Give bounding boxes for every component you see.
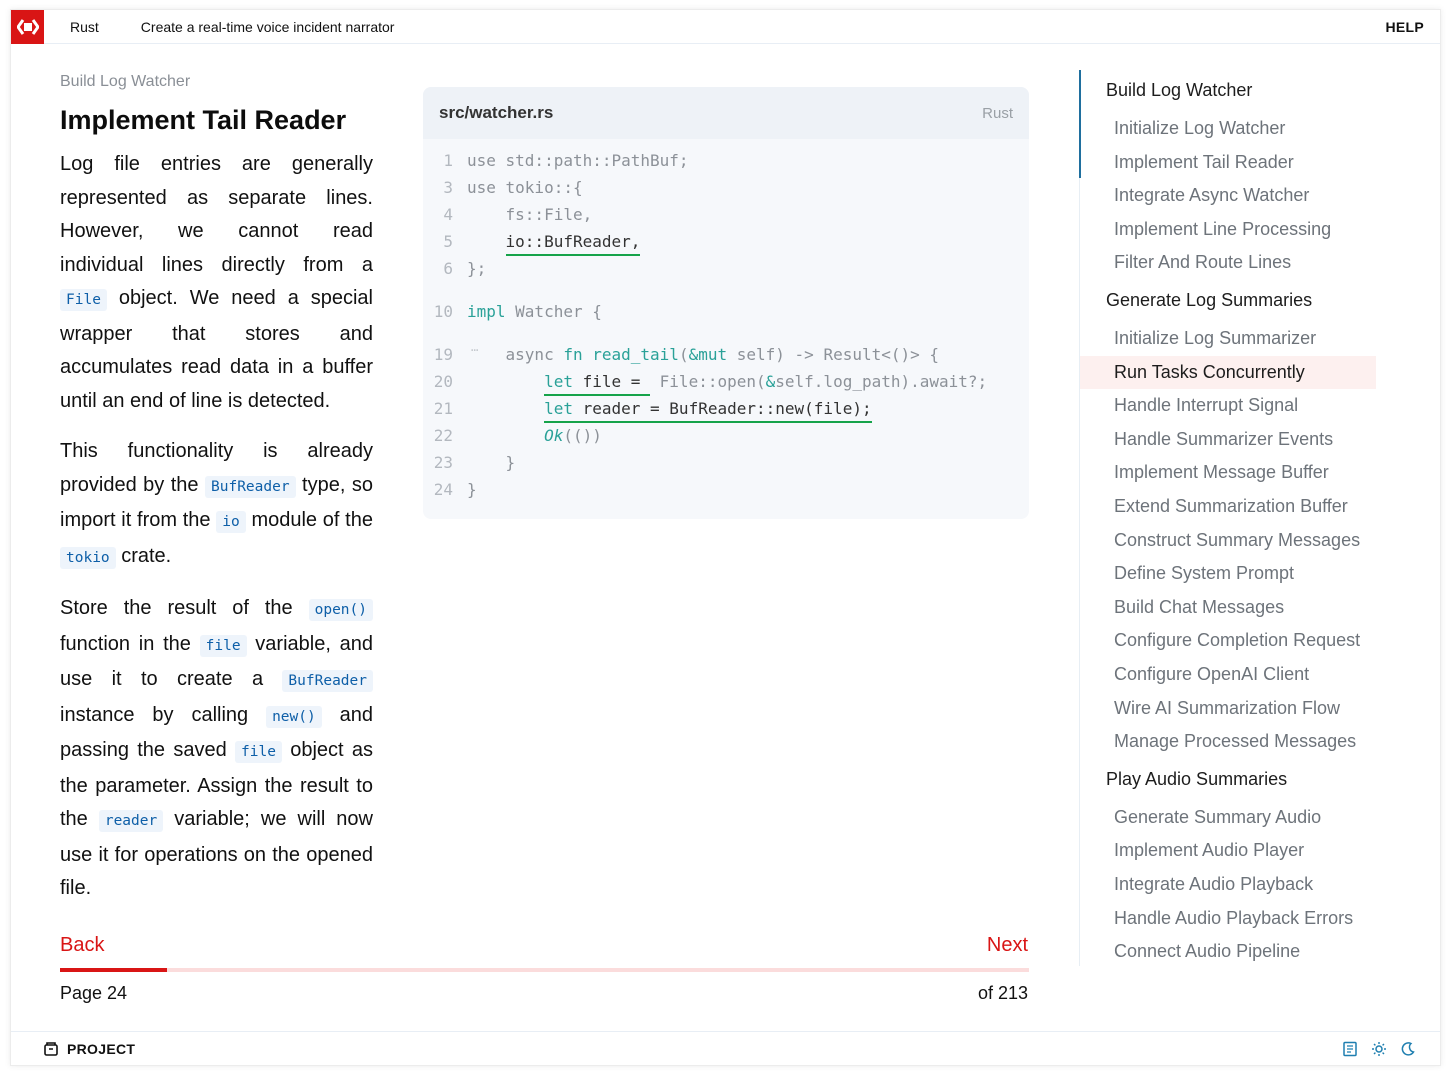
toc-item[interactable]: Integrate Async Watcher	[1114, 185, 1309, 206]
inline-code: BufReader	[282, 670, 373, 692]
line-number: 19	[433, 345, 453, 364]
inline-code: new()	[266, 705, 322, 728]
inline-code: BufReader	[205, 475, 296, 498]
toc-item[interactable]: Implement Audio Player	[1114, 840, 1304, 861]
toc-item[interactable]: Run Tasks Concurrently	[1114, 362, 1305, 383]
inline-code: tokio	[60, 546, 116, 569]
code-line: 1 use std::path::PathBuf;	[423, 151, 688, 175]
code-line: 3 use tokio::{	[423, 178, 582, 202]
text: Store the result of the	[60, 597, 309, 619]
line-number: 5	[443, 232, 453, 251]
progress-fill	[60, 968, 167, 972]
book-icon[interactable]	[1342, 1041, 1358, 1057]
project-button[interactable]: PROJECT	[43, 1041, 135, 1057]
inline-code: file	[235, 741, 282, 763]
line-number: 22	[433, 426, 453, 445]
code-filename: src/watcher.rs	[439, 103, 554, 122]
code-line: 6};	[423, 259, 486, 283]
toc-item[interactable]: Extend Summarization Buffer	[1114, 496, 1348, 517]
paragraph: Log file entries are generally represent…	[60, 148, 373, 418]
code-line: 22 Ok(())	[423, 426, 602, 450]
text: function in the	[60, 632, 200, 655]
line-number: 21	[433, 399, 453, 418]
code-language: Rust	[982, 104, 1013, 122]
top-bar: Rust Create a real-time voice incident n…	[11, 9, 1440, 44]
code-line: 10 impl Watcher {	[423, 302, 602, 326]
help-button[interactable]: HELP	[1385, 19, 1424, 35]
progress-bar	[60, 968, 1029, 972]
toc-section-title[interactable]: Play Audio Summaries	[1106, 769, 1287, 790]
line-number: 4	[443, 205, 453, 224]
inline-code: io	[216, 511, 246, 533]
toc-item[interactable]: Configure OpenAI Client	[1114, 664, 1309, 685]
bottom-icons	[1342, 1041, 1416, 1057]
text: instance by calling	[60, 703, 267, 726]
line-number: 1	[443, 151, 453, 170]
course-title[interactable]: Create a real-time voice incident narrat…	[141, 19, 395, 35]
toc-item[interactable]: Initialize Log Watcher	[1114, 118, 1285, 139]
code-header: src/watcher.rs Rust	[423, 87, 1029, 139]
code-line-highlighted: 20 let file = File::open(& self.log_path)…	[423, 372, 987, 396]
project-label: PROJECT	[67, 1040, 136, 1057]
project-icon	[44, 1041, 58, 1056]
paragraph: This functionality is already provided b…	[60, 435, 373, 575]
breadcrumb[interactable]: Build Log Watcher	[60, 73, 190, 91]
toc-item[interactable]: Build Chat Messages	[1114, 597, 1284, 618]
logo-icon[interactable]	[11, 9, 44, 44]
lesson-body: Log file entries are generally represent…	[60, 148, 373, 923]
code-line-highlighted: 5 io::BufReader,	[423, 232, 641, 256]
toc-item[interactable]: Connect Audio Pipeline	[1114, 941, 1300, 962]
toc-item[interactable]: Define System Prompt	[1114, 563, 1294, 584]
code-line: 24}	[423, 480, 477, 504]
table-of-contents: Build Log Watcher Initialize Log Watcher I…	[1079, 70, 1379, 966]
toc-item[interactable]: Implement Tail Reader	[1114, 152, 1294, 173]
code-line-highlighted: 21 let reader = BufReader::new(file);	[423, 399, 872, 423]
page-number: Page 24	[60, 983, 128, 1003]
text: crate.	[115, 544, 172, 567]
toc-item[interactable]: Filter And Route Lines	[1114, 252, 1291, 273]
line-number: 3	[443, 178, 453, 197]
code-line: 4 fs::File,	[423, 205, 592, 229]
text: module of the	[245, 509, 373, 531]
code-panel: src/watcher.rs Rust 1 use std::path::Path…	[423, 87, 1029, 519]
line-number: 24	[433, 480, 453, 499]
toc-item[interactable]: Handle Interrupt Signal	[1114, 395, 1298, 416]
toc-item[interactable]: Generate Summary Audio	[1114, 807, 1321, 828]
line-number: 6	[443, 259, 453, 278]
toc-item[interactable]: Handle Summarizer Events	[1114, 429, 1333, 450]
toc-current-section-indicator	[1079, 70, 1081, 178]
toc-item[interactable]: Integrate Audio Playback	[1114, 874, 1313, 895]
line-number: 23	[433, 453, 453, 472]
inline-code: File	[60, 289, 107, 311]
line-number: 10	[433, 302, 453, 321]
app-frame: Rust Create a real-time voice incident n…	[10, 9, 1441, 1066]
text: Log file entries are generally represent…	[60, 153, 373, 276]
code-line: 19 async fn read_tail(&mut self) -> Resu…	[423, 345, 939, 369]
toc-section-title[interactable]: Build Log Watcher	[1106, 80, 1252, 101]
toc-item[interactable]: Construct Summary Messages	[1114, 530, 1360, 551]
text: object. We need a special wrapper that s…	[60, 287, 373, 412]
back-button[interactable]: Back	[60, 934, 104, 957]
line-number: 20	[433, 372, 453, 391]
toc-section-title[interactable]: Generate Log Summaries	[1106, 290, 1312, 311]
inline-code: reader	[98, 810, 164, 832]
page-total: of 213	[977, 983, 1028, 1003]
toc-item[interactable]: Configure Completion Request	[1114, 630, 1360, 651]
next-button[interactable]: Next	[987, 934, 1028, 957]
toc-item[interactable]: Implement Message Buffer	[1114, 462, 1329, 483]
toc-item[interactable]: Implement Line Processing	[1114, 219, 1331, 240]
moon-icon[interactable]	[1400, 1041, 1416, 1057]
toc-item[interactable]: Manage Processed Messages	[1114, 731, 1356, 752]
course-language[interactable]: Rust	[70, 19, 99, 35]
bottom-bar: PROJECT	[11, 1031, 1440, 1065]
toc-item[interactable]: Initialize Log Summarizer	[1114, 328, 1316, 349]
toc-item[interactable]: Wire AI Summarization Flow	[1114, 698, 1340, 719]
inline-code: file	[199, 634, 247, 657]
sun-icon[interactable]	[1371, 1041, 1387, 1057]
paragraph: Store the result of the open() function …	[60, 592, 373, 906]
inline-code: open()	[308, 599, 373, 621]
code-line: 23 }	[423, 453, 515, 477]
page-title: Implement Tail Reader	[60, 105, 347, 135]
toc-item[interactable]: Handle Audio Playback Errors	[1114, 908, 1353, 929]
